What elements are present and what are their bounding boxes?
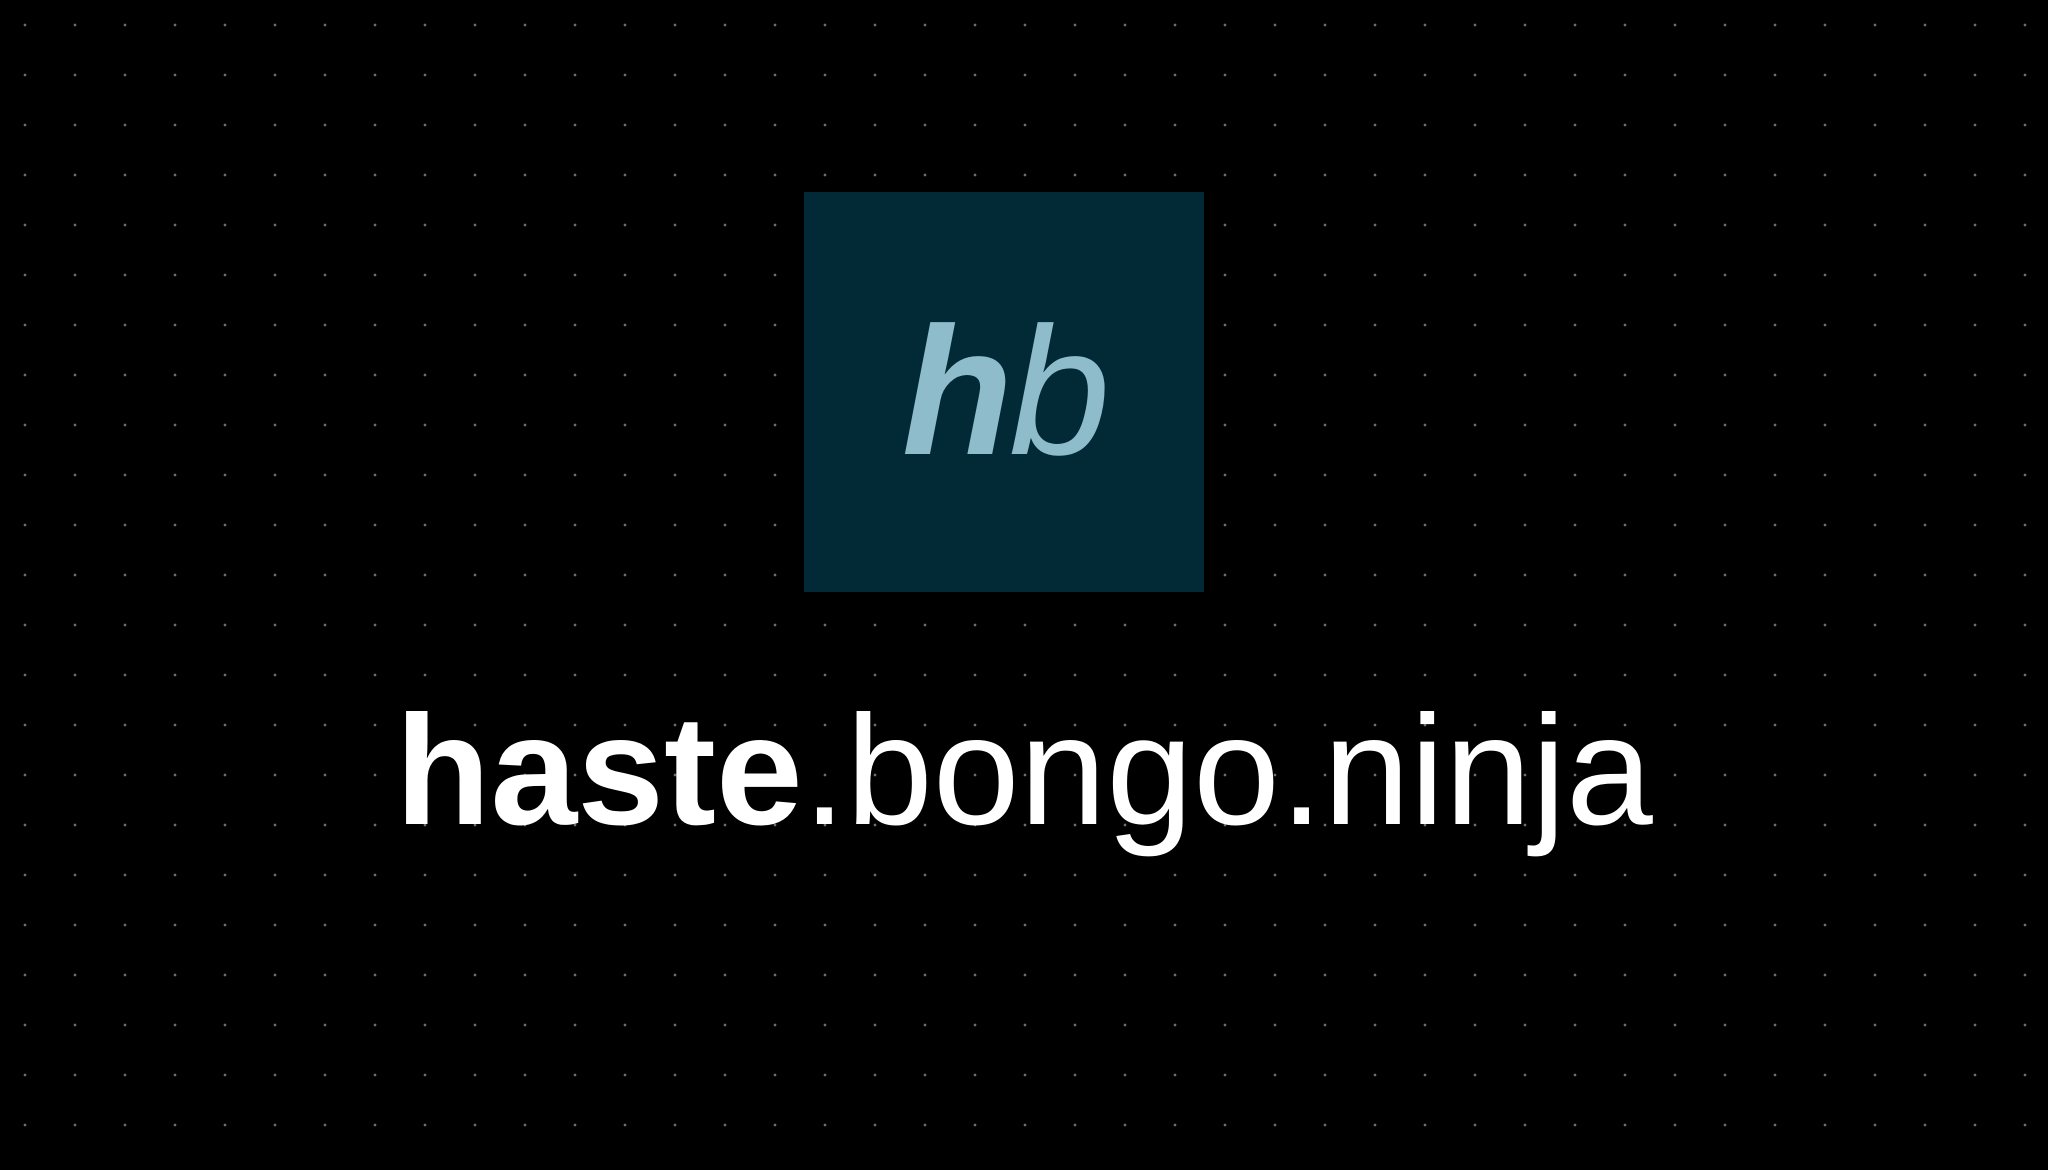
site-title-domain: .bongo.ninja bbox=[802, 684, 1653, 858]
logo: hb bbox=[804, 192, 1204, 592]
logo-letter-h: h bbox=[901, 289, 1013, 493]
site-title: haste.bongo.ninja bbox=[0, 693, 2048, 849]
logo-monogram: hb bbox=[804, 300, 1204, 482]
site-title-bold: haste bbox=[395, 684, 803, 858]
logo-letter-b: b bbox=[1008, 289, 1110, 493]
